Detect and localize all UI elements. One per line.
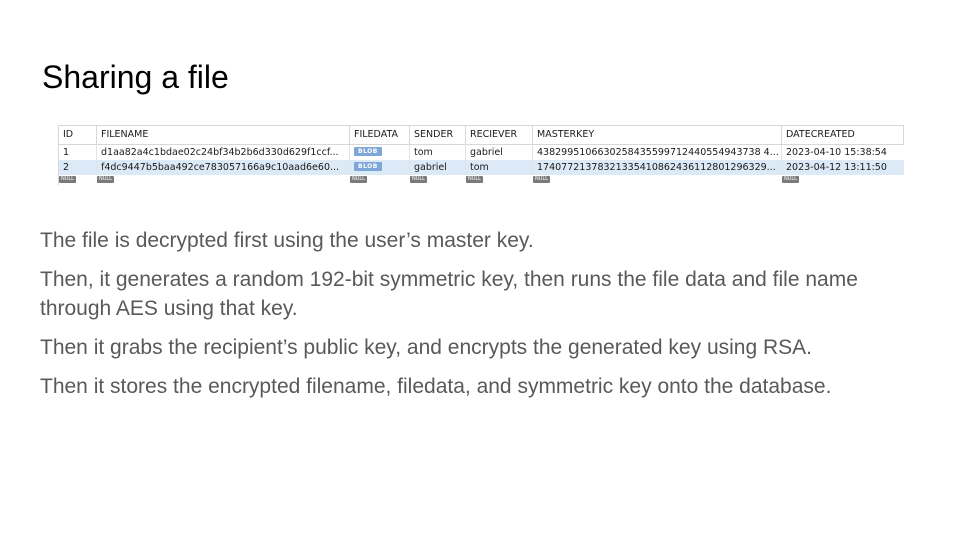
cell-filename[interactable]: f4dc9447b5baa492ce783057166a9c10aad6e60.… (97, 160, 350, 175)
cell-sender[interactable]: tom (410, 145, 466, 160)
column-header-sender[interactable]: SENDER (410, 126, 466, 144)
cell-id-null[interactable]: NULL (59, 175, 97, 185)
cell-datecreated[interactable]: 2023-04-10 15:38:54 (782, 145, 904, 160)
null-badge: NULL (466, 176, 483, 183)
cell-filename[interactable]: d1aa82a4c1bdae02c24bf34b2b6d330d629f1ccf… (97, 145, 350, 160)
cell-masterkey-null[interactable]: NULL (533, 175, 782, 185)
new-row-placeholder[interactable]: NULL NULL NULL NULL NULL NULL NULL (59, 175, 904, 185)
column-header-filedata[interactable]: FILEDATA (350, 126, 410, 144)
blob-badge: BLOB (354, 162, 382, 171)
grid-header-row: ID FILENAME FILEDATA SENDER RECIEVER MAS… (59, 125, 904, 145)
cell-filedata-null[interactable]: NULL (350, 175, 410, 185)
slide-body: The file is decrypted first using the us… (40, 226, 920, 411)
null-badge: NULL (533, 176, 550, 183)
null-badge: NULL (350, 176, 367, 183)
cell-masterkey[interactable]: 4382995106630258435599712440554943738 4.… (533, 145, 782, 160)
cell-filedata[interactable]: BLOB (350, 145, 410, 160)
cell-sender[interactable]: gabriel (410, 160, 466, 175)
cell-masterkey[interactable]: 17407721378321335410862436112801296329..… (533, 160, 782, 175)
cell-sender-null[interactable]: NULL (410, 175, 466, 185)
database-result-grid: ID FILENAME FILEDATA SENDER RECIEVER MAS… (58, 125, 904, 185)
column-header-id[interactable]: ID (59, 126, 97, 144)
null-badge: NULL (782, 176, 799, 183)
null-badge: NULL (97, 176, 114, 183)
cell-filedata[interactable]: BLOB (350, 160, 410, 175)
blob-badge: BLOB (354, 147, 382, 156)
cell-reciever[interactable]: tom (466, 160, 533, 175)
paragraph-generate-key: Then, it generates a random 192-bit symm… (40, 268, 858, 320)
null-badge: NULL (410, 176, 427, 183)
table-row[interactable]: 2 f4dc9447b5baa492ce783057166a9c10aad6e6… (59, 160, 904, 175)
column-header-datecreated[interactable]: DATECREATED (782, 126, 904, 144)
cell-reciever-null[interactable]: NULL (466, 175, 533, 185)
cell-datecreated-null[interactable]: NULL (782, 175, 904, 185)
paragraph-encrypt-key: Then it grabs the recipient’s public key… (40, 336, 812, 359)
paragraph-decrypt: The file is decrypted first using the us… (40, 229, 534, 252)
column-header-masterkey[interactable]: MASTERKEY (533, 126, 782, 144)
paragraph-store: Then it stores the encrypted filename, f… (40, 375, 832, 398)
slide-title: Sharing a file (42, 59, 229, 95)
column-header-filename[interactable]: FILENAME (97, 126, 350, 144)
null-badge: NULL (59, 176, 76, 183)
table-row[interactable]: 1 d1aa82a4c1bdae02c24bf34b2b6d330d629f1c… (59, 145, 904, 160)
cell-filename-null[interactable]: NULL (97, 175, 350, 185)
cell-id[interactable]: 2 (59, 160, 97, 175)
cell-id[interactable]: 1 (59, 145, 97, 160)
cell-reciever[interactable]: gabriel (466, 145, 533, 160)
cell-datecreated[interactable]: 2023-04-12 13:11:50 (782, 160, 904, 175)
column-header-reciever[interactable]: RECIEVER (466, 126, 533, 144)
